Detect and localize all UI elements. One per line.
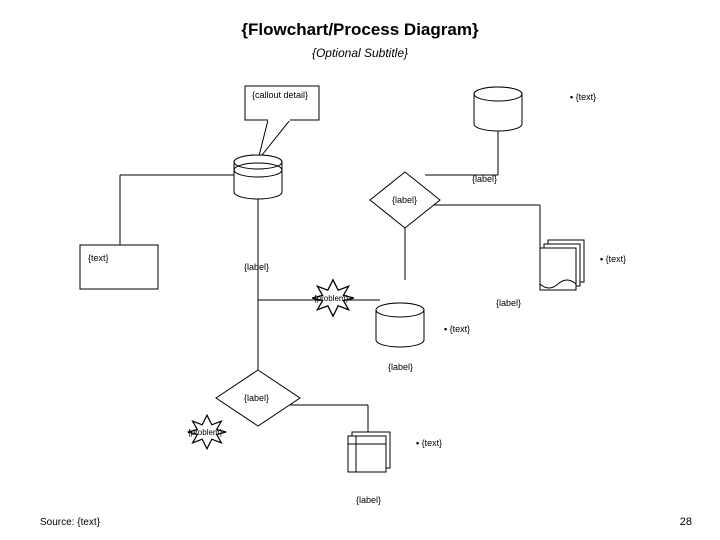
problem-text: {problem} (314, 294, 348, 303)
flowchart-canvas (0, 0, 720, 540)
problem-text: {problem} (188, 428, 222, 437)
diamond-label: {label} (244, 393, 269, 403)
callout-text: {callout detail} (252, 90, 314, 100)
bullet-text: {text} (600, 254, 626, 264)
bullet-text: {text} (444, 324, 470, 334)
card-icon (348, 432, 390, 472)
flow-label: {label} (244, 262, 269, 272)
cylinder-icon (376, 303, 424, 347)
process-box (80, 245, 158, 289)
flow-label: {label} (388, 362, 413, 372)
bullet-text: {text} (570, 92, 596, 102)
flow-label: {label} (356, 495, 381, 505)
diamond-label: {label} (392, 195, 417, 205)
cylinder-icon (474, 87, 522, 131)
db-label: {label} (472, 174, 497, 184)
box-label: {text} (88, 253, 109, 263)
document-stack-icon (540, 240, 584, 290)
flow-label: {label} (496, 298, 521, 308)
bullet-text: {text} (416, 438, 442, 448)
